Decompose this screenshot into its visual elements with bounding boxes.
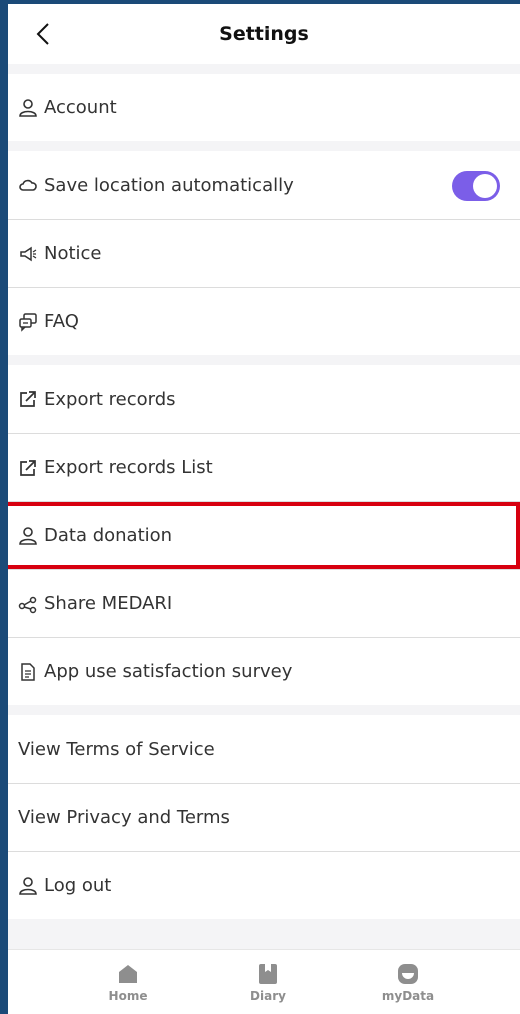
nav-mydata-label: myData (381, 988, 435, 1003)
preferences-group: Save location automatically Notice FAQ (8, 151, 520, 355)
data-group: Export records Export records List Data … (8, 365, 520, 705)
person-icon (18, 876, 38, 896)
external-link-icon (18, 458, 38, 478)
page-title: Settings (219, 23, 309, 45)
person-icon (18, 98, 38, 118)
document-icon (18, 662, 38, 682)
notice-label: Notice (44, 243, 102, 264)
data-donation-item[interactable]: Data donation (8, 501, 520, 569)
logout-item[interactable]: Log out (8, 851, 520, 919)
faq-label: FAQ (44, 311, 79, 332)
logout-label: Log out (44, 875, 112, 896)
account-label: Account (44, 97, 117, 118)
header: Settings (8, 4, 520, 64)
legal-group: View Terms of Service View Privacy and T… (8, 715, 520, 919)
export-records-list-label: Export records List (44, 457, 213, 478)
survey-label: App use satisfaction survey (44, 661, 293, 682)
save-location-label: Save location automatically (44, 174, 294, 196)
survey-item[interactable]: App use satisfaction survey (8, 637, 520, 705)
save-location-toggle[interactable] (452, 171, 500, 201)
account-item[interactable]: Account (8, 74, 520, 141)
privacy-item[interactable]: View Privacy and Terms (8, 783, 520, 851)
nav-mydata[interactable]: myData (333, 950, 483, 1014)
cloud-icon (18, 175, 38, 195)
terms-item[interactable]: View Terms of Service (8, 715, 520, 783)
back-button[interactable] (28, 18, 60, 50)
chevron-left-icon (36, 23, 49, 45)
nav-diary-label: Diary (250, 988, 286, 1003)
share-item[interactable]: Share MEDARI (8, 569, 520, 637)
home-icon (119, 964, 137, 983)
nav-diary[interactable]: Diary (203, 950, 333, 1014)
share-label: Share MEDARI (44, 593, 173, 614)
mydata-icon (398, 963, 418, 984)
notice-item[interactable]: Notice (8, 219, 520, 287)
privacy-label: View Privacy and Terms (18, 807, 230, 828)
save-location-item[interactable]: Save location automatically (8, 151, 520, 219)
nav-home-label: Home (108, 988, 148, 1003)
share-icon (18, 594, 38, 614)
megaphone-icon (18, 244, 38, 264)
toggle-knob (473, 174, 497, 198)
faq-item[interactable]: FAQ (8, 287, 520, 355)
external-link-icon (18, 389, 38, 409)
export-records-label: Export records (44, 388, 176, 410)
settings-screen: Settings Account Save location automatic… (8, 4, 520, 1014)
chat-bubbles-icon (18, 312, 38, 332)
export-records-item[interactable]: Export records (8, 365, 520, 433)
data-donation-label: Data donation (44, 525, 173, 546)
bookmark-book-icon (259, 963, 277, 984)
nav-home[interactable]: Home (53, 950, 203, 1014)
export-records-list-item[interactable]: Export records List (8, 433, 520, 501)
account-group: Account (8, 74, 520, 141)
terms-label: View Terms of Service (18, 738, 215, 760)
person-icon (18, 526, 38, 546)
bottom-nav: Home Diary myData (8, 949, 520, 1014)
